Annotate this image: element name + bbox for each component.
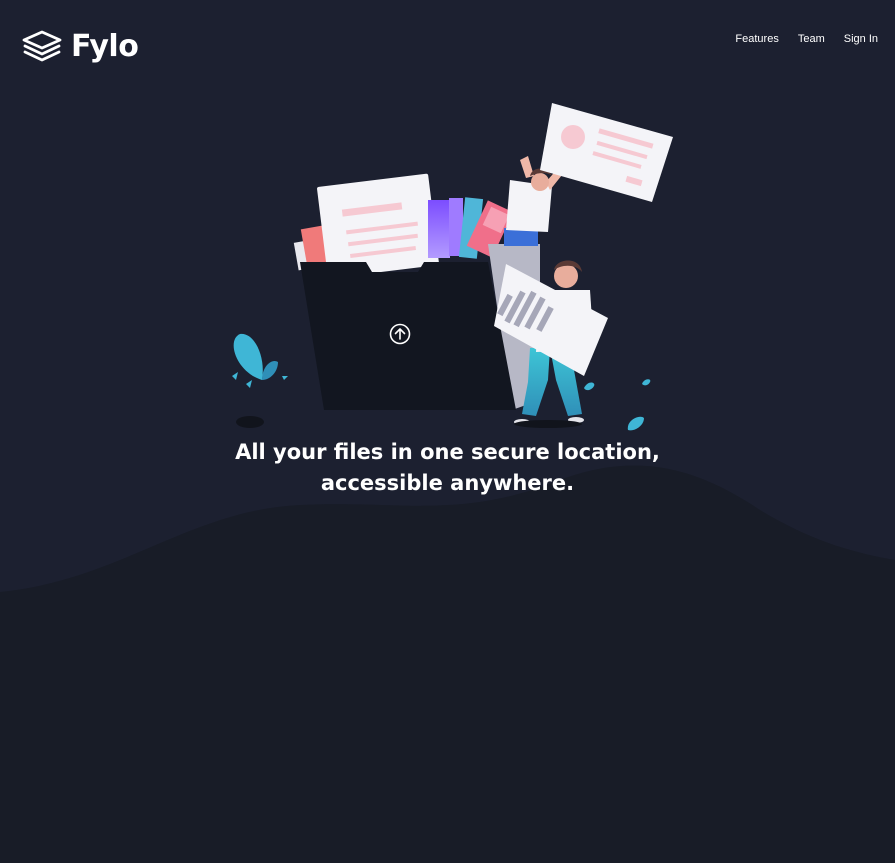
landing-page: Fylo Features Team Sign In All your file… [0, 0, 895, 863]
hero-title: All your files in one secure location, a… [0, 437, 895, 499]
hero-title-line-2: accessible anywhere. [320, 471, 575, 495]
floating-card [540, 103, 673, 202]
hero-illustration [232, 103, 673, 431]
hero-title-line-1: All your files in one secure location, [235, 440, 660, 464]
folder-front [300, 262, 516, 410]
